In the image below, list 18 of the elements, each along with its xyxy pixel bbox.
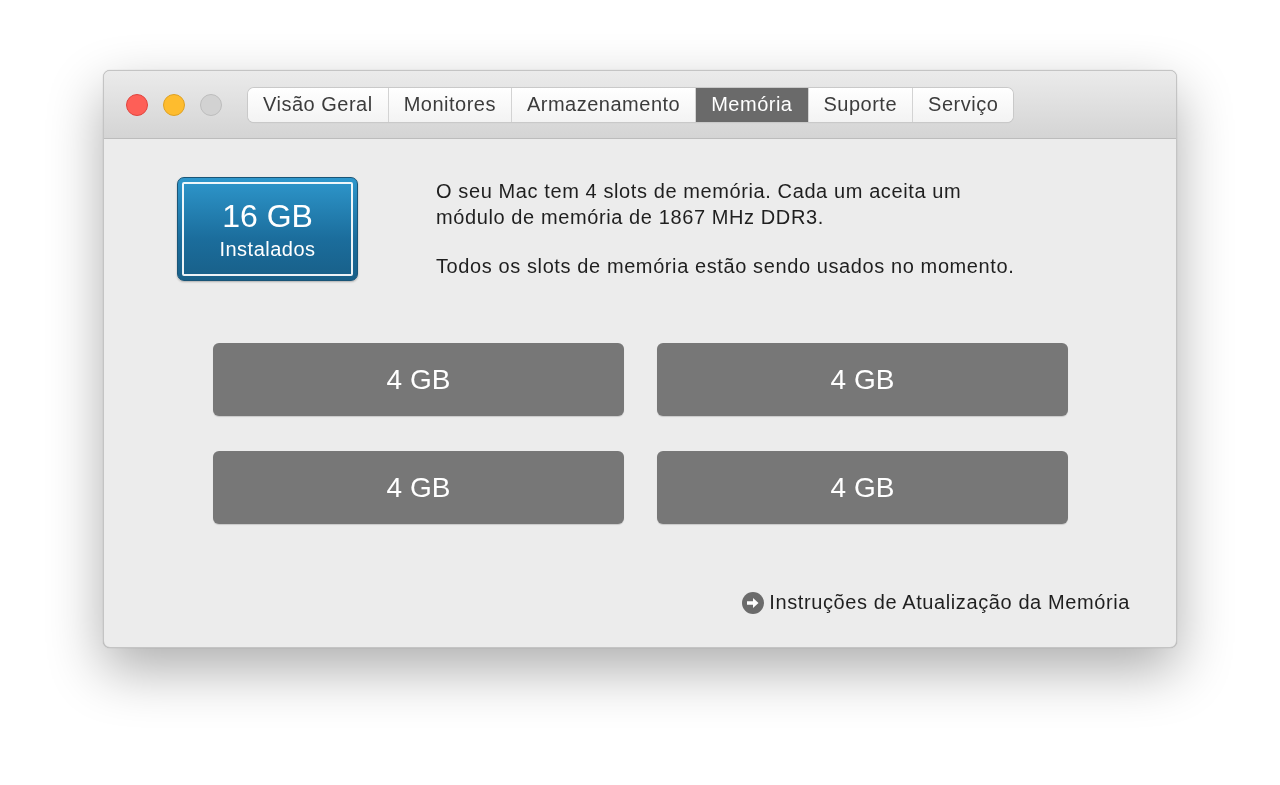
installed-label: Instalados [219, 238, 316, 260]
tab[interactable]: Serviço [912, 87, 1014, 122]
tab[interactable]: Memória [695, 87, 808, 122]
installed-amount: 16 GB [222, 198, 313, 234]
description-text: Todos os slots de memória estão sendo usados no momento. [436, 254, 1016, 279]
tab[interactable]: Visão Geral [248, 87, 388, 122]
arrow-circle-icon [742, 591, 765, 614]
tab[interactable]: Armazenamento [510, 87, 696, 122]
memory-slot: 4 GB [657, 343, 1068, 416]
description-text: O seu Mac tem 4 slots de memória. Cada um aceita um módulo de memória de 1867 MHz DDR3. [436, 179, 963, 230]
memory-slot: 4 GB [213, 343, 624, 416]
minimize-icon[interactable] [163, 93, 185, 116]
tab[interactable]: Monitores [387, 87, 511, 122]
close-icon[interactable] [126, 93, 148, 116]
memory-slot: 4 GB [213, 451, 624, 524]
memory-slot: 4 GB [657, 451, 1068, 524]
upgrade-instructions-link[interactable]: Instruções de Atualização da Memória [742, 591, 1130, 614]
tab[interactable]: Suporte [807, 87, 913, 122]
